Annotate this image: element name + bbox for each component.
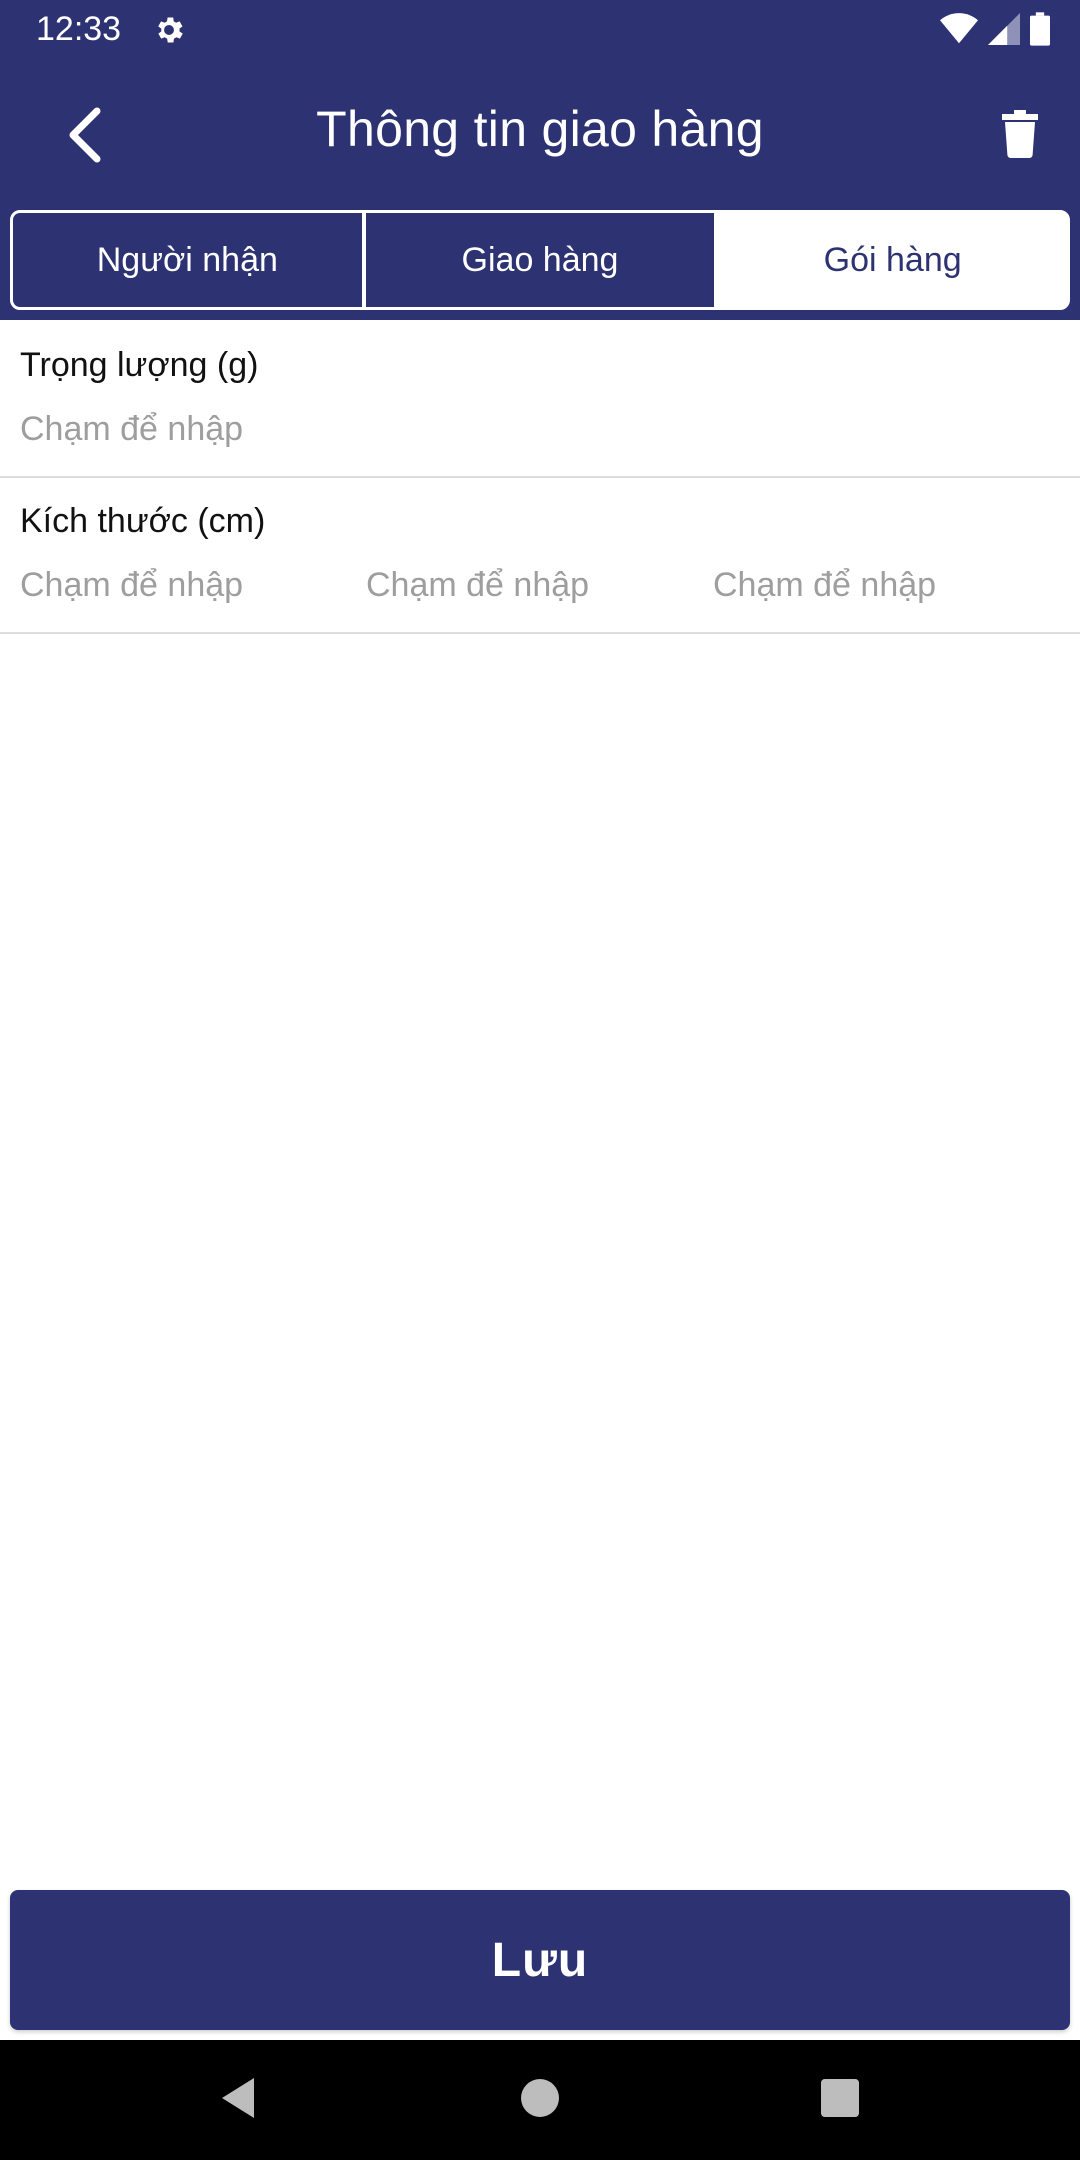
height-input[interactable] [713, 566, 1033, 605]
app-bar: Thông tin giao hàng [0, 60, 1080, 204]
width-input[interactable] [366, 566, 686, 605]
size-label: Kích thước (cm) [20, 502, 266, 540]
navigation-bar [0, 2040, 1080, 2160]
delete-button[interactable] [990, 104, 1050, 168]
save-button[interactable]: Lưu [10, 1890, 1070, 2030]
weight-label: Trọng lượng (g) [20, 346, 259, 384]
home-circle-icon [521, 2078, 559, 2122]
nav-recents-button[interactable] [780, 2040, 900, 2160]
nav-back-button[interactable] [178, 2040, 298, 2160]
wifi-icon [940, 13, 978, 50]
status-time: 12:33 [36, 10, 122, 48]
tab-giao-hang[interactable]: Giao hàng [361, 213, 715, 307]
tab-nguoi-nhan[interactable]: Người nhận [13, 213, 362, 307]
recents-square-icon [821, 2078, 859, 2122]
gear-icon [152, 13, 186, 47]
weight-input[interactable] [20, 410, 420, 449]
weight-field-row: Trọng lượng (g) [0, 320, 1080, 478]
length-input[interactable] [20, 566, 340, 605]
trash-icon [1002, 109, 1038, 163]
back-triangle-icon [218, 2076, 258, 2125]
nav-home-button[interactable] [480, 2040, 600, 2160]
page-title: Thông tin giao hàng [316, 101, 764, 157]
signal-icon [988, 13, 1020, 50]
tab-bar-container: Người nhận Giao hàng Gói hàng [0, 204, 1080, 320]
tab-goi-hang[interactable]: Gói hàng [714, 213, 1067, 307]
status-bar: 12:33 [0, 0, 1080, 60]
battery-icon [1030, 12, 1050, 51]
segmented-tabs: Người nhận Giao hàng Gói hàng [10, 210, 1070, 310]
size-field-row: Kích thước (cm) [0, 476, 1080, 634]
